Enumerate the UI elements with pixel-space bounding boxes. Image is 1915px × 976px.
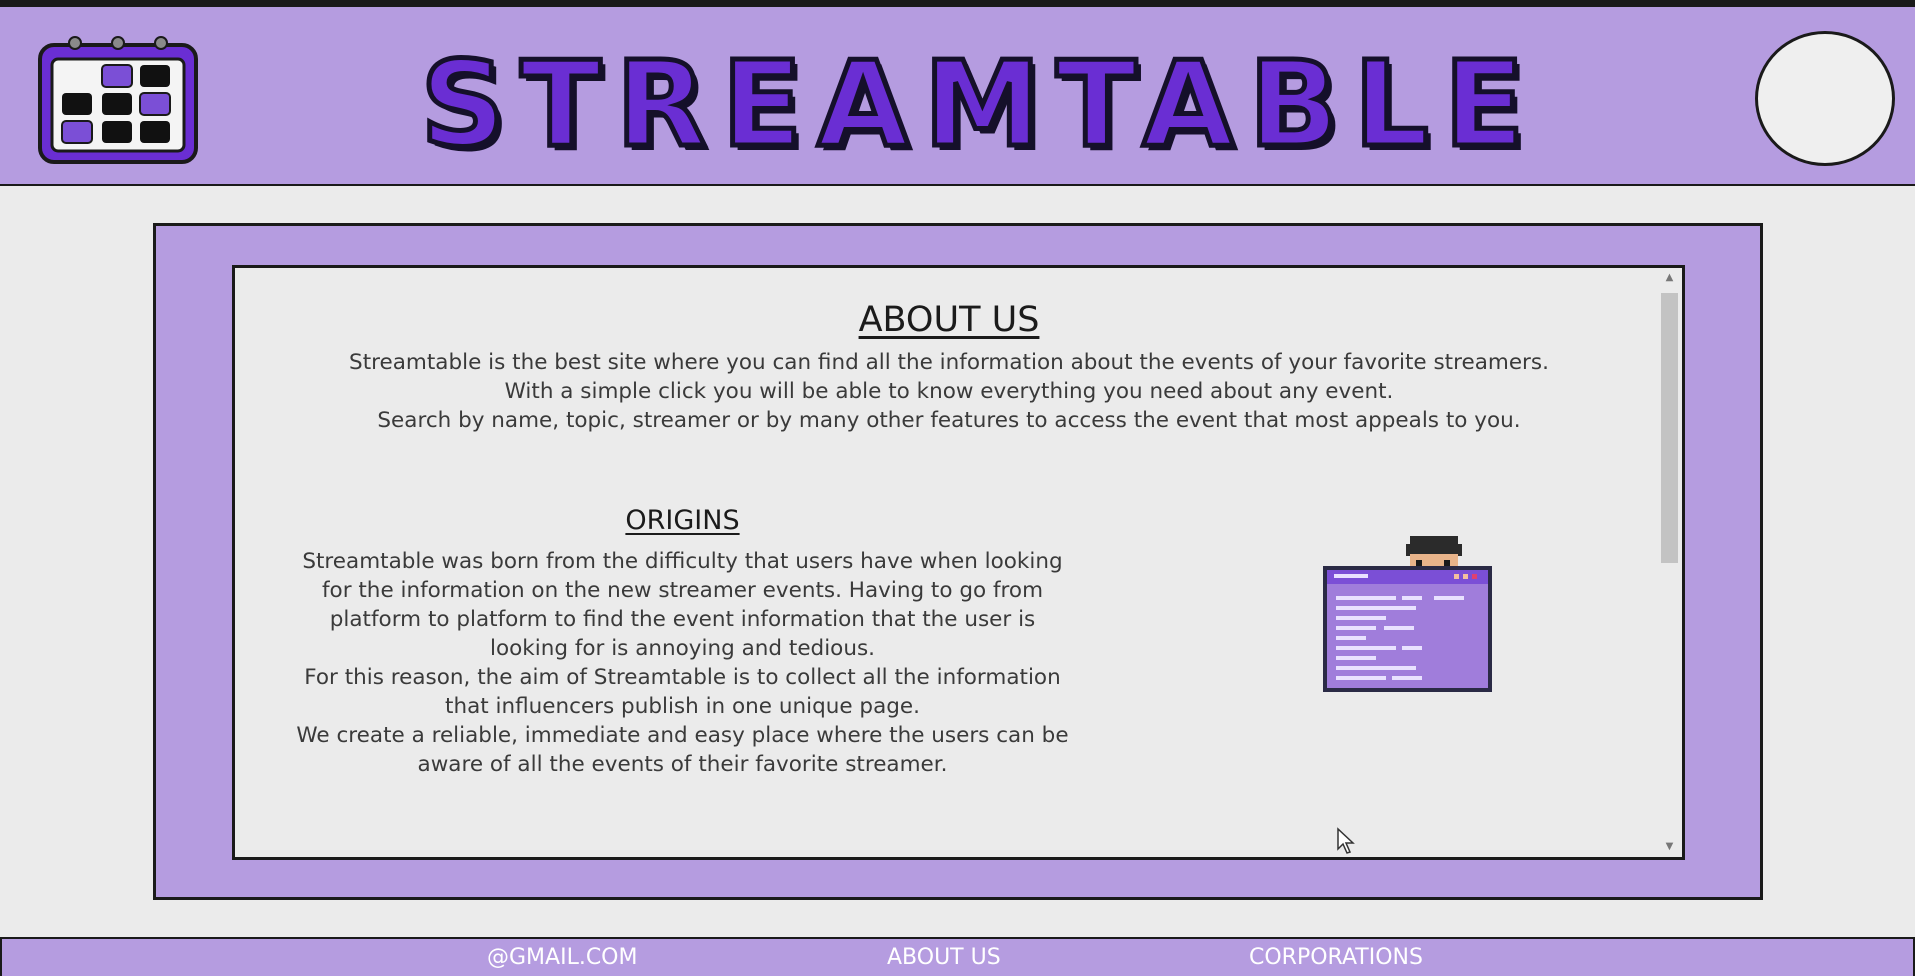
about-panel: ABOUT US Streamtable is the best site wh… <box>232 265 1685 860</box>
about-us-description: Streamtable is the best site where you c… <box>235 348 1663 435</box>
top-header: STREAMTABLE <box>0 0 1915 186</box>
origins-line: platform to platform to find the event i… <box>329 607 1036 632</box>
footer-corporations-link[interactable]: CORPORATIONS <box>1249 939 1423 976</box>
origins-line: that influencers publish in one unique p… <box>445 694 920 719</box>
origins-description: Streamtable was born from the difficulty… <box>285 547 1080 779</box>
about-line: Streamtable is the best site where you c… <box>349 350 1549 375</box>
about-us-heading: ABOUT US <box>858 300 1040 340</box>
origins-line: We create a reliable, immediate and easy… <box>296 723 1069 748</box>
scroll-up-arrow-icon[interactable]: ▲ <box>1657 268 1682 288</box>
about-line: Search by name, topic, streamer or by ma… <box>377 408 1521 433</box>
origins-line: For this reason, the aim of Streamtable … <box>304 665 1061 690</box>
origins-line: aware of all the events of their favorit… <box>417 752 948 777</box>
about-line: With a simple click you will be able to … <box>504 379 1394 404</box>
calendar-icon[interactable] <box>37 33 199 165</box>
origins-line: looking for is annoying and tedious. <box>490 636 875 661</box>
footer-bar: @GMAIL.COM ABOUT US CORPORATIONS <box>0 937 1915 976</box>
profile-avatar-button[interactable] <box>1755 31 1895 166</box>
origins-heading: ORIGINS <box>625 505 740 536</box>
person-behind-browser-icon <box>1323 536 1492 692</box>
scroll-thumb[interactable] <box>1661 293 1678 563</box>
origins-line: Streamtable was born from the difficulty… <box>302 549 1063 574</box>
next-section-heading-partial <box>415 848 575 860</box>
scroll-down-arrow-icon[interactable]: ▼ <box>1657 837 1682 857</box>
mouse-cursor-icon <box>1337 827 1355 854</box>
footer-email-link[interactable]: @GMAIL.COM <box>487 939 637 976</box>
origins-line: for the information on the new streamer … <box>321 578 1044 603</box>
brand-title[interactable]: STREAMTABLE <box>340 37 1620 172</box>
footer-about-link[interactable]: ABOUT US <box>887 939 1001 976</box>
panel-scrollbar[interactable]: ▲ ▼ <box>1657 268 1682 857</box>
